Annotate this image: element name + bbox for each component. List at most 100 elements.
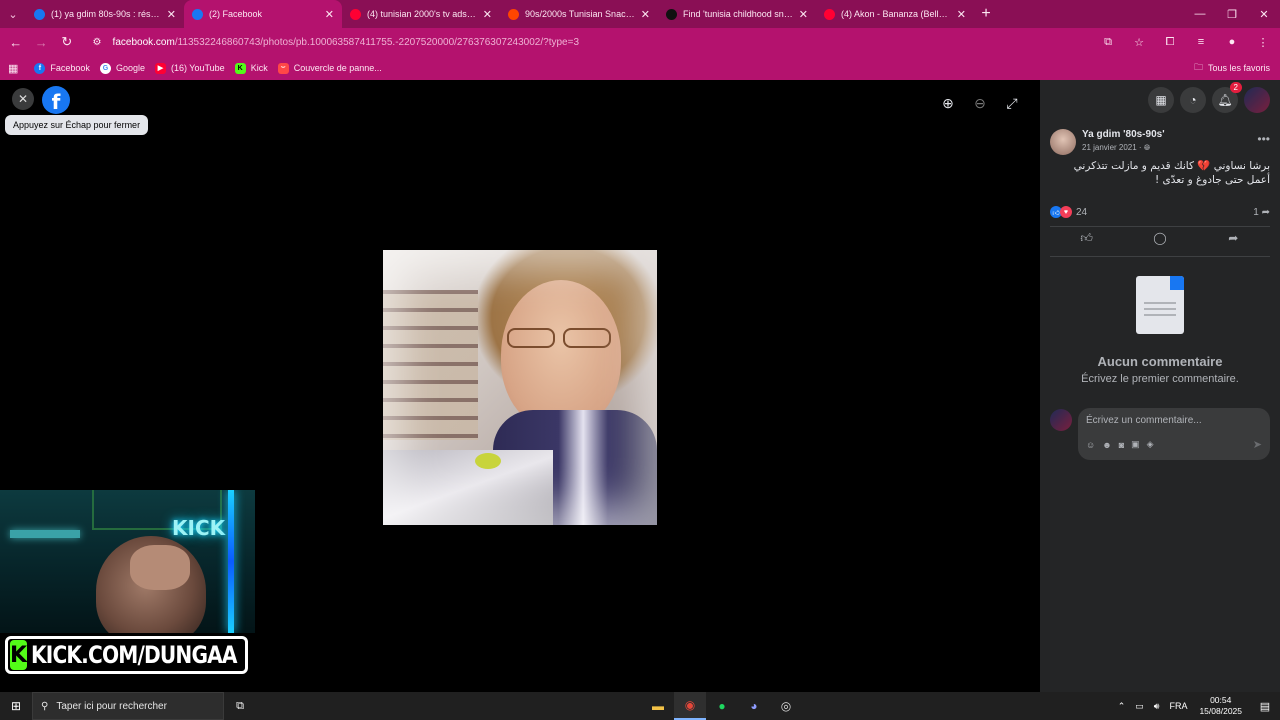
post-header: Ya gdim '80s-90s' 21 janvier 2021 · 🌐︎ bbox=[1050, 129, 1270, 155]
tab-close-icon[interactable]: ✕ bbox=[167, 8, 176, 21]
tab-close-icon[interactable]: ✕ bbox=[325, 8, 334, 21]
bookmark-kick[interactable]: K Kick bbox=[234, 62, 268, 74]
avatar-sticker-icon[interactable]: ☺ bbox=[1086, 440, 1095, 450]
bookmark-google[interactable]: G Google bbox=[99, 62, 145, 74]
browser-menu-icon[interactable]: ⋮ bbox=[1252, 31, 1274, 53]
bookmark-label: Couvercle de panne... bbox=[293, 63, 382, 73]
zoom-out-icon[interactable]: ⊖ bbox=[966, 93, 994, 113]
all-bookmarks-button[interactable]: 🗀 Tous les favoris bbox=[1194, 60, 1270, 76]
gif-icon[interactable]: ▣ bbox=[1131, 439, 1140, 450]
profile-icon[interactable]: ● bbox=[1221, 31, 1243, 53]
browser-tab-2[interactable]: (2) Facebook ✕ bbox=[184, 0, 342, 28]
share-button-icon[interactable]: ➦ bbox=[1203, 231, 1263, 251]
document-fold bbox=[1170, 276, 1184, 290]
language-indicator[interactable]: FRA bbox=[1169, 701, 1187, 711]
tab-close-icon[interactable]: ✕ bbox=[799, 8, 808, 21]
spotify-icon[interactable]: ● bbox=[706, 692, 738, 720]
address-bar[interactable]: ⚙ facebook.com/113532246860743/photos/pb… bbox=[89, 31, 1088, 53]
clock[interactable]: 00:54 15/08/2025 bbox=[1199, 695, 1242, 717]
tab-close-icon[interactable]: ✕ bbox=[957, 8, 966, 21]
taskbar-search[interactable]: ⚲ Taper ici pour rechercher bbox=[32, 692, 224, 720]
extensions-icon[interactable]: ⧠ bbox=[1159, 31, 1181, 53]
bookmarks-bar: ▦ f Facebook G Google ▶ (16) YouTube K K… bbox=[0, 56, 1280, 80]
tab-title: 90s/2000s Tunisian Snacks That bbox=[525, 9, 635, 19]
viewer-tools: ⊕ ⊖ ⤢ bbox=[930, 93, 1026, 113]
browser-tab-5[interactable]: Find 'tunisia childhood snacks' ✕ bbox=[658, 0, 816, 28]
media-control-icon[interactable]: ≡ bbox=[1190, 31, 1212, 53]
browser-tab-4[interactable]: 90s/2000s Tunisian Snacks That ✕ bbox=[500, 0, 658, 28]
file-explorer-icon[interactable]: ▬ bbox=[642, 692, 674, 720]
share-count-value: 1 bbox=[1253, 206, 1259, 218]
windows-start-icon[interactable]: ⊞ bbox=[0, 692, 32, 720]
tab-search-button[interactable]: ⌄ bbox=[0, 0, 26, 28]
chrome-icon[interactable]: ◉ bbox=[674, 692, 706, 720]
document-line bbox=[1144, 302, 1176, 304]
reaction-count: 24 bbox=[1076, 206, 1088, 218]
action-center-icon[interactable]: ▤ bbox=[1250, 700, 1280, 713]
notification-badge: 2 bbox=[1229, 82, 1242, 93]
post-photo bbox=[383, 250, 657, 525]
new-tab-button[interactable]: + bbox=[974, 5, 998, 23]
tab-title: (4) Akon - Bananza (Belly Danc bbox=[841, 9, 951, 19]
fullscreen-icon[interactable]: ⤢ bbox=[998, 93, 1026, 113]
tiktok-favicon-icon bbox=[666, 8, 677, 20]
close-viewer-button[interactable]: ✕ bbox=[12, 88, 34, 110]
minimize-icon[interactable]: — bbox=[1184, 0, 1216, 28]
like-button-icon[interactable]: 👍︎ bbox=[1057, 231, 1117, 251]
account-avatar[interactable] bbox=[1244, 87, 1270, 113]
post-date[interactable]: 21 janvier 2021 · 🌐︎ bbox=[1082, 143, 1165, 153]
browser-tab-3[interactable]: (4) tunisian 2000's tv ads - You ✕ bbox=[342, 0, 500, 28]
bookmark-label: Google bbox=[115, 63, 145, 73]
kick-channel-banner: K KICK.COM/DUNGAA bbox=[5, 636, 248, 674]
bookmark-aliexpress[interactable]: ⌣ Couvercle de panne... bbox=[277, 62, 382, 74]
network-icon[interactable]: ▭ bbox=[1135, 701, 1144, 712]
reload-icon[interactable]: ↻ bbox=[55, 30, 79, 54]
tab-close-icon[interactable]: ✕ bbox=[641, 8, 650, 21]
reactions-summary[interactable]: 👍︎ ♥ 24 1 ➦ bbox=[1050, 206, 1270, 218]
back-icon[interactable]: ← bbox=[4, 30, 28, 54]
restore-icon[interactable]: ❐ bbox=[1216, 0, 1248, 28]
send-icon[interactable]: ➤ bbox=[1253, 438, 1262, 451]
apps-grid-icon[interactable]: ▦ bbox=[8, 62, 18, 75]
camera-icon[interactable]: ◙ bbox=[1119, 440, 1124, 450]
kick-channel-url: KICK.COM/DUNGAA bbox=[31, 641, 238, 669]
sticker-icon[interactable]: ◈ bbox=[1147, 439, 1154, 450]
site-info-icon[interactable]: ⚙ bbox=[93, 37, 107, 48]
emoji-icon[interactable]: ☻ bbox=[1102, 440, 1111, 450]
bookmark-facebook[interactable]: f Facebook bbox=[34, 62, 90, 74]
all-bookmarks-label: Tous les favoris bbox=[1207, 63, 1270, 73]
obs-icon[interactable]: ◎ bbox=[770, 692, 802, 720]
bookmark-star-icon[interactable]: ☆ bbox=[1128, 31, 1150, 53]
photo-vignette bbox=[383, 250, 657, 525]
comment-input[interactable]: Écrivez un commentaire... ☺ ☻ ◙ ▣ ◈ ➤ bbox=[1078, 408, 1270, 460]
discord-icon[interactable]: ◕ bbox=[738, 692, 770, 720]
volume-icon[interactable]: 🔊︎ bbox=[1154, 701, 1160, 712]
toolbar-actions: ⧉ ☆ ⧠ ≡ ● ⋮ bbox=[1088, 31, 1274, 53]
tab-title: (4) tunisian 2000's tv ads - You bbox=[367, 9, 477, 19]
zoom-in-icon[interactable]: ⊕ bbox=[934, 93, 962, 113]
notifications-bell-icon[interactable]: 🔔︎ 2 bbox=[1212, 82, 1242, 113]
post-sidebar: ▦ ◔ 🔔︎ 2 Ya gdim '80s-90s' 21 janvier 202… bbox=[1040, 80, 1280, 692]
tray-chevron-icon[interactable]: ⌃ bbox=[1118, 701, 1126, 712]
close-window-icon[interactable]: ✕ bbox=[1248, 0, 1280, 28]
tab-close-icon[interactable]: ✕ bbox=[483, 8, 492, 21]
globe-icon: 🌐︎ bbox=[1143, 143, 1151, 152]
bookmark-youtube[interactable]: ▶ (16) YouTube bbox=[154, 62, 225, 74]
more-options-icon[interactable]: ••• bbox=[1257, 132, 1270, 146]
forward-icon[interactable]: → bbox=[30, 30, 54, 54]
post-author[interactable]: Ya gdim '80s-90s' bbox=[1082, 129, 1165, 140]
browser-tab-6[interactable]: (4) Akon - Bananza (Belly Danc ✕ bbox=[816, 0, 974, 28]
cast-icon[interactable]: ⧉ bbox=[1097, 31, 1119, 53]
messenger-icon[interactable]: ◔ bbox=[1180, 87, 1206, 113]
facebook-logo-icon[interactable]: f bbox=[42, 86, 70, 114]
task-view-icon[interactable]: ⧉ bbox=[224, 700, 256, 713]
tab-strip: ⌄ (1) ya gdim 80s-90s : résultats d ✕ (2… bbox=[0, 0, 1280, 28]
page-avatar[interactable] bbox=[1050, 129, 1076, 155]
post-date-text: 21 janvier 2021 · bbox=[1082, 143, 1142, 152]
menu-grid-icon[interactable]: ▦ bbox=[1148, 87, 1174, 113]
comment-button-icon[interactable]: ◯ bbox=[1130, 231, 1190, 251]
facebook-top-nav: ▦ ◔ 🔔︎ 2 bbox=[1142, 82, 1270, 113]
browser-tab-1[interactable]: (1) ya gdim 80s-90s : résultats d ✕ bbox=[26, 0, 184, 28]
aliexpress-icon: ⌣ bbox=[277, 62, 289, 74]
share-count[interactable]: 1 ➦ bbox=[1253, 207, 1270, 218]
